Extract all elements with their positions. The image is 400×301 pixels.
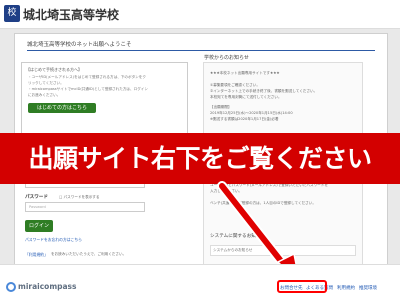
- compass-icon: [6, 282, 16, 292]
- faq-highlight-box: [277, 280, 327, 293]
- site-footer: miraicompass お問合せ先 よくある質問 利用規約 推奨環境: [0, 264, 400, 301]
- miraicompass-logo: miraicompass: [6, 282, 77, 292]
- red-arrow-icon: [217, 181, 302, 287]
- footer-brand: miraicompass: [18, 282, 77, 291]
- footer-link-environment[interactable]: 推奨環境: [359, 285, 377, 291]
- footer-link-terms[interactable]: 利用規約: [337, 285, 355, 291]
